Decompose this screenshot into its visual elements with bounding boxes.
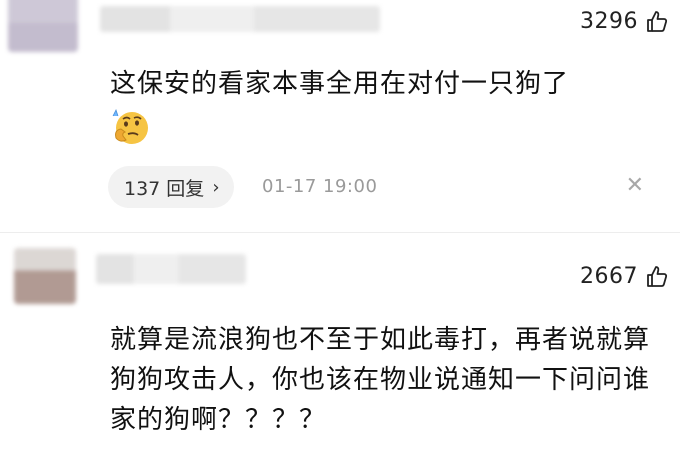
divider	[0, 232, 680, 233]
chevron-right-icon: ›	[212, 176, 220, 198]
like-count: 2667	[580, 264, 638, 289]
like-count: 3296	[580, 9, 638, 34]
avatar[interactable]	[14, 248, 76, 304]
username[interactable]	[100, 6, 380, 32]
reply-button[interactable]: 137 回复 ›	[108, 166, 234, 208]
comment-text: 就算是流浪狗也不至于如此毒打，再者说就算狗狗攻击人，你也该在物业说通知一下问问谁…	[110, 325, 651, 435]
reply-count: 137 回复	[124, 177, 205, 200]
comment-text: 这保安的看家本事全用在对付一只狗了	[110, 69, 570, 99]
close-icon[interactable]: ✕	[626, 173, 644, 198]
comment-timestamp: 01-17 19:00	[262, 176, 378, 197]
comment-item: 2667 就算是流浪狗也不至于如此毒打，再者说就算狗狗攻击人，你也该在物业说通知…	[0, 240, 680, 465]
username[interactable]	[96, 254, 246, 284]
thumbs-up-icon[interactable]	[644, 9, 670, 35]
avatar[interactable]	[8, 0, 78, 52]
comment-item: 3296 这保安的看家本事全用在对付一只狗了 137 回复 › 01-17 19…	[0, 0, 680, 225]
thinking-face-emoji	[112, 108, 148, 144]
thumbs-up-icon[interactable]	[644, 264, 670, 290]
